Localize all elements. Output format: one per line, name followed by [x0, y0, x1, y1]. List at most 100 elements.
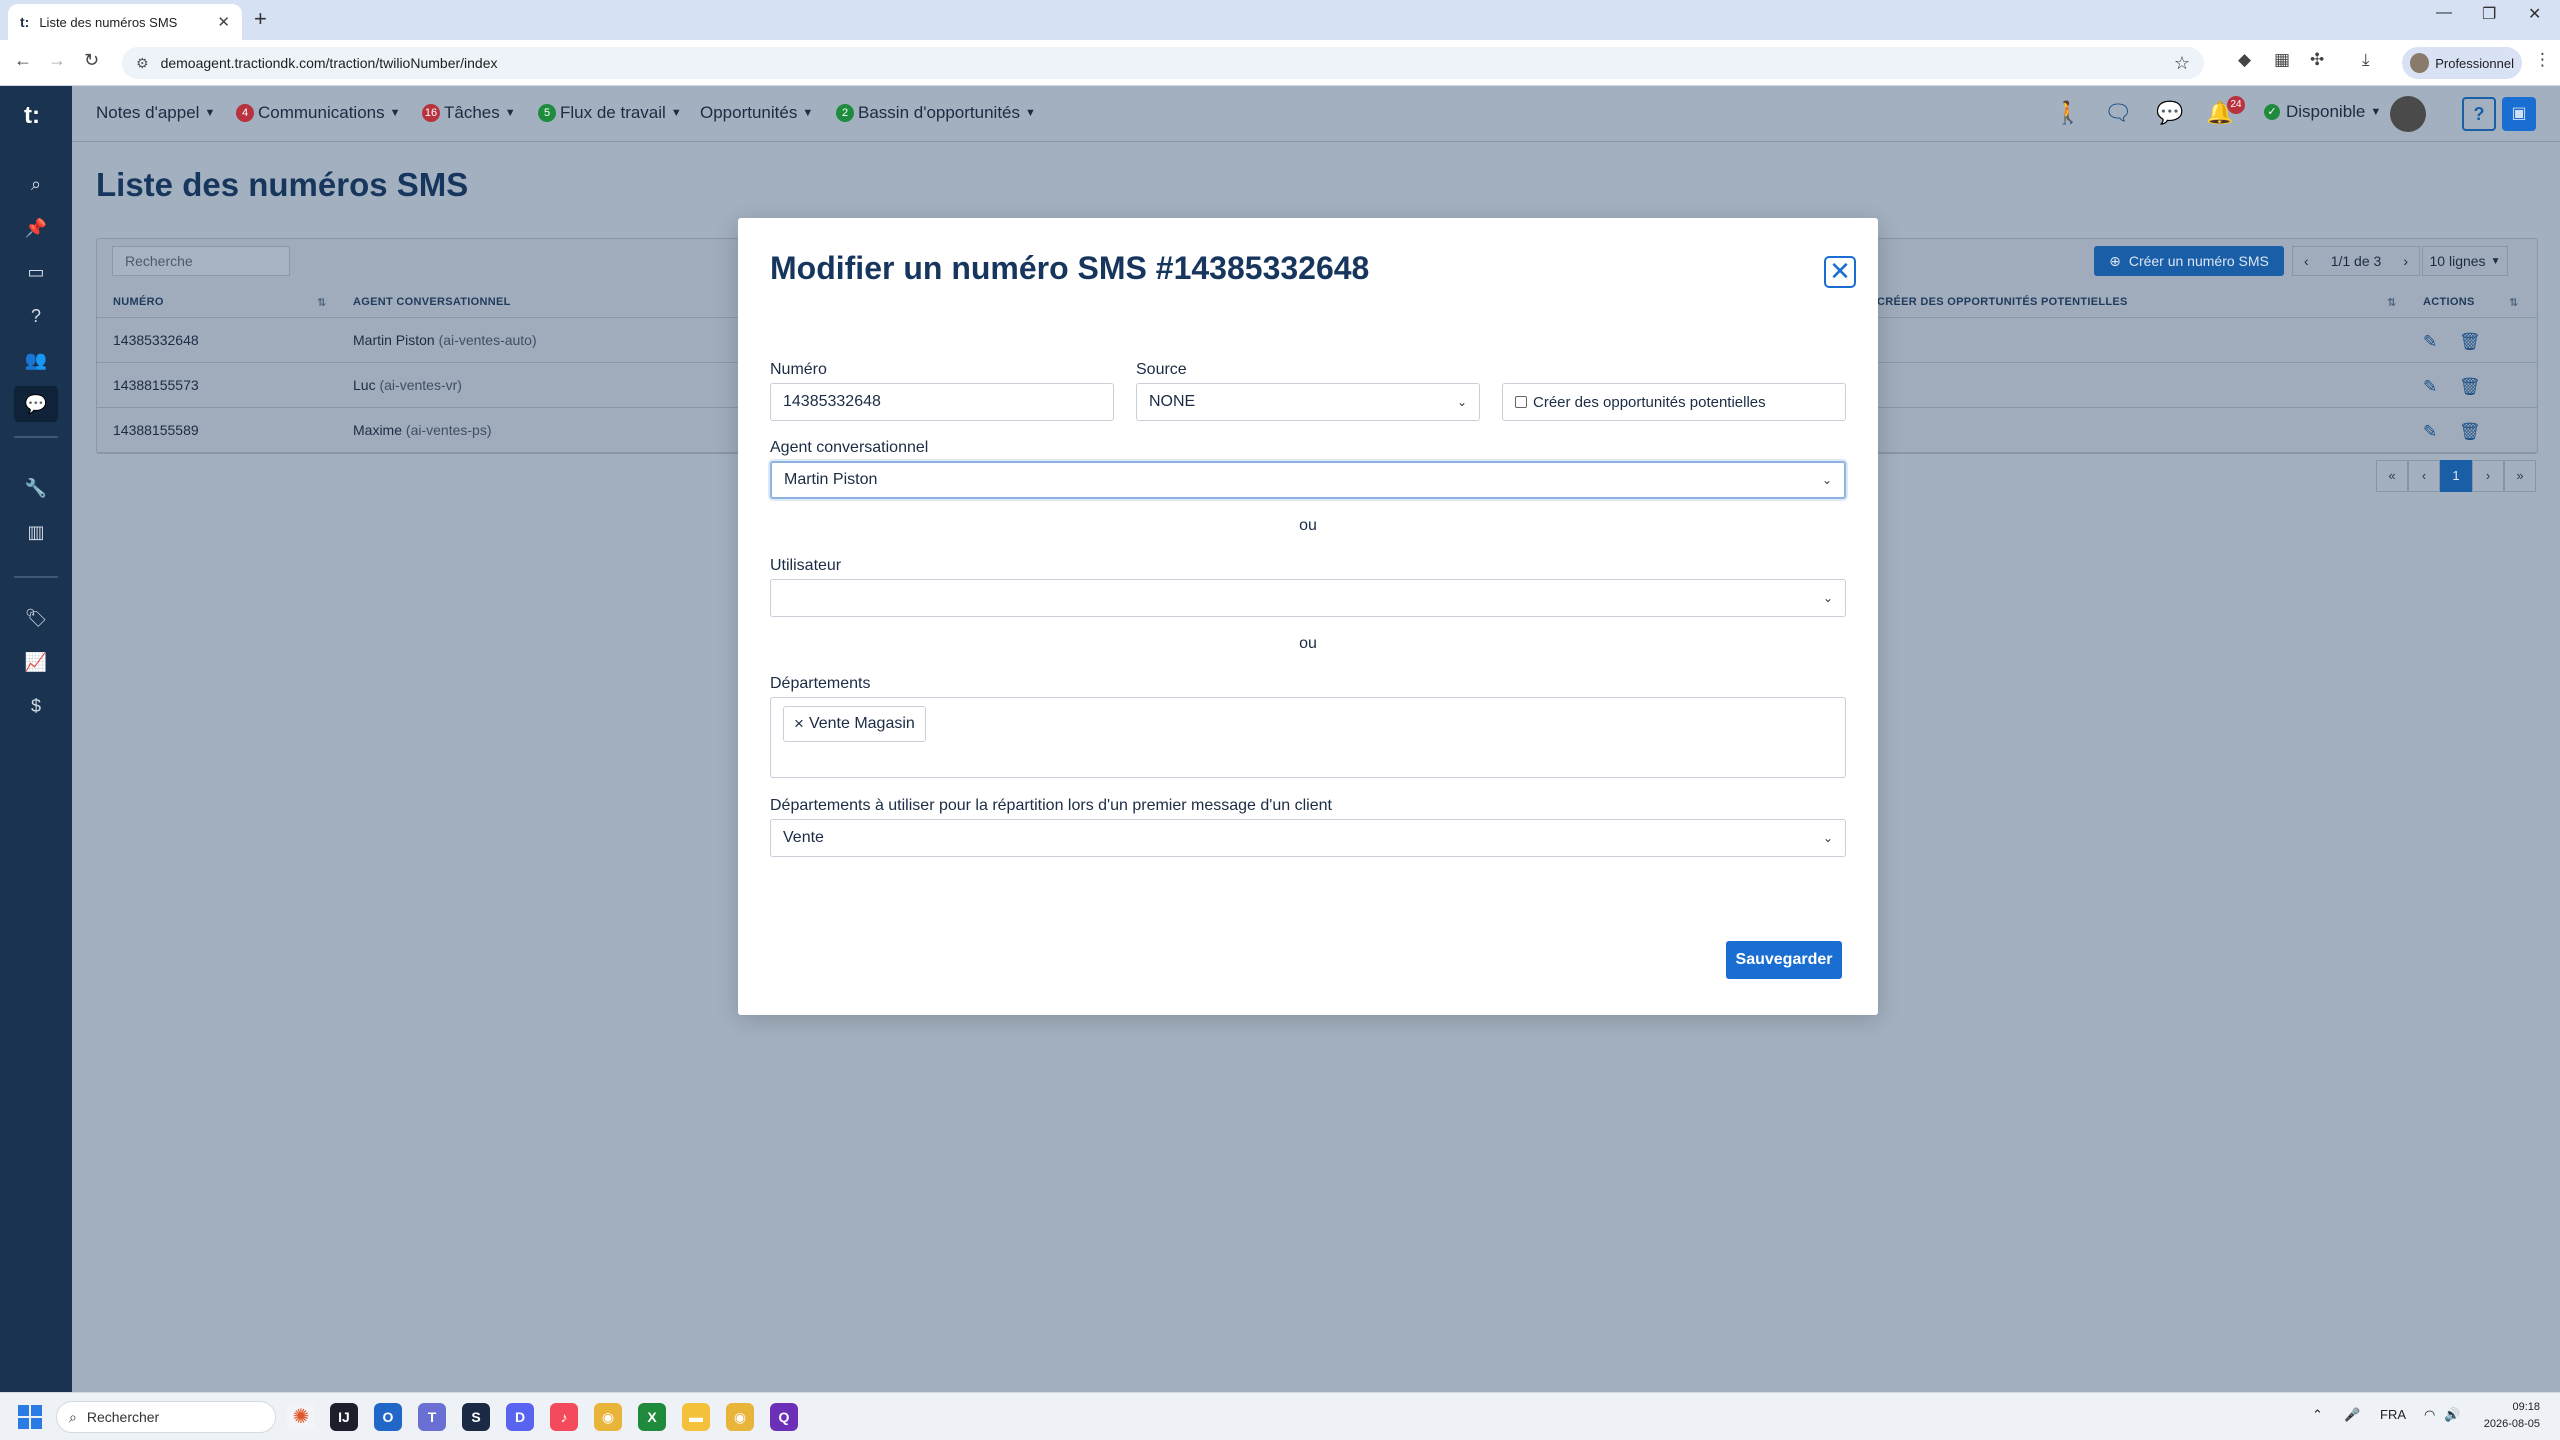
browser-tab[interactable]: t: Liste des numéros SMS ✕	[8, 4, 242, 40]
chrome-active-app-icon[interactable]: ◉	[726, 1403, 754, 1431]
message-icon[interactable]: 💬	[2156, 100, 2183, 126]
site-info-icon[interactable]: ⚙	[136, 55, 149, 72]
discord-app-icon[interactable]: D	[506, 1403, 534, 1431]
app-logo[interactable]: t:	[24, 102, 40, 130]
extension-icon[interactable]: ◆	[2238, 50, 2251, 70]
trash-icon[interactable]: 🗑	[2459, 332, 2481, 352]
close-tab-icon[interactable]: ✕	[217, 13, 230, 31]
taskbar-search[interactable]: ⌕ Rechercher	[56, 1401, 276, 1433]
save-button[interactable]: Sauvegarder	[1726, 941, 1842, 979]
numero-field[interactable]: 14385332648	[770, 383, 1114, 421]
menu-workflows[interactable]: 5 Flux de travail ▼	[538, 103, 682, 123]
routing-departments-select[interactable]: Vente ⌄	[770, 819, 1846, 857]
page-first-button[interactable]: «	[2376, 460, 2408, 492]
column-number[interactable]: NUMÉRO	[113, 296, 164, 308]
search-icon: ⌕	[69, 1408, 77, 1425]
user-select[interactable]: ⌄	[770, 579, 1846, 617]
menu-communications[interactable]: 4 Communications ▼	[236, 103, 401, 123]
teams-app-icon[interactable]: T	[418, 1403, 446, 1431]
new-tab-icon[interactable]: +	[254, 6, 267, 32]
restore-icon[interactable]: ❐	[2482, 4, 2496, 24]
volume-icon[interactable]: 🔊	[2444, 1407, 2460, 1423]
claude-app-icon[interactable]: ✺	[287, 1403, 315, 1431]
chat-panel-button[interactable]: ▣	[2502, 97, 2536, 131]
create-opportunities-checkbox[interactable]	[1515, 396, 1527, 408]
page-current-button[interactable]: 1	[2440, 460, 2472, 492]
address-bar[interactable]: ⚙ demoagent.tractiondk.com/traction/twil…	[122, 47, 2204, 79]
menu-opportunity-pool[interactable]: 2 Bassin d'opportunités ▼	[836, 103, 1036, 123]
bot-chat-icon[interactable]: 🗨	[2104, 100, 2132, 126]
menu-call-notes[interactable]: Notes d'appel ▼	[96, 103, 215, 123]
xbox-app-icon[interactable]: X	[638, 1403, 666, 1431]
chevron-right-icon[interactable]: ›	[2403, 253, 2408, 269]
create-sms-number-button[interactable]: ⊕ Créer un numéro SMS	[2094, 246, 2284, 276]
departments-multiselect[interactable]: × Vente Magasin	[770, 697, 1846, 778]
tray-chevron-icon[interactable]: ⌃	[2312, 1407, 2323, 1423]
menu-tasks[interactable]: 16 Tâches ▼	[422, 103, 516, 123]
dollar-icon[interactable]: $	[24, 694, 48, 718]
walk-icon[interactable]: 🚶	[2054, 100, 2081, 126]
intellij-app-icon[interactable]: IJ	[330, 1403, 358, 1431]
chrome-app-icon[interactable]: ◉	[594, 1403, 622, 1431]
close-window-icon[interactable]: ✕	[2528, 4, 2541, 24]
rows-per-page-select[interactable]: 10 lignes ▼	[2422, 246, 2508, 276]
board-icon[interactable]: ▥	[24, 520, 48, 544]
wifi-icon[interactable]: ◠	[2424, 1407, 2435, 1423]
tag-icon[interactable]: 🏷	[24, 606, 48, 630]
sort-icon[interactable]: ⇅	[317, 296, 327, 309]
reload-icon[interactable]: ↻	[84, 50, 99, 71]
agent-select[interactable]: Martin Piston ⌄	[770, 461, 1846, 499]
puzzle-extensions-icon[interactable]: ✣	[2310, 50, 2324, 70]
file-explorer-icon[interactable]: ▬	[682, 1403, 710, 1431]
taskbar-clock[interactable]: 09:18 2026-08-05	[2474, 1399, 2540, 1433]
sort-icon[interactable]: ⇅	[2509, 296, 2519, 309]
language-indicator[interactable]: FRA	[2380, 1407, 2406, 1422]
profile-button[interactable]: Professionnel	[2402, 47, 2522, 79]
calendar-extension-icon[interactable]: ▦	[2274, 50, 2290, 70]
chevron-left-icon[interactable]: ‹	[2304, 253, 2309, 269]
forward-icon[interactable]: →	[48, 50, 66, 71]
monitor-icon[interactable]: ▭	[24, 260, 48, 284]
chat-icon[interactable]: 💬	[14, 386, 58, 422]
pin-icon[interactable]: 📌	[24, 216, 48, 240]
minimize-icon[interactable]: —	[2436, 4, 2452, 22]
chevron-down-icon: ⌄	[1822, 831, 1833, 845]
sort-icon[interactable]: ⇅	[2387, 296, 2397, 309]
avatar[interactable]	[2390, 96, 2426, 132]
page-last-button[interactable]: »	[2504, 460, 2536, 492]
windows-start-icon[interactable]	[18, 1405, 42, 1429]
page-prev-button[interactable]: ‹	[2408, 460, 2440, 492]
help-circle-icon[interactable]: ?	[24, 304, 48, 328]
download-icon[interactable]: ⤓	[2362, 50, 2370, 70]
search-input[interactable]: Recherche	[112, 246, 290, 276]
users-icon[interactable]: 👥	[24, 348, 48, 372]
help-button[interactable]: ?	[2462, 97, 2496, 131]
menu-opportunities[interactable]: Opportunités ▼	[700, 103, 813, 123]
edit-icon[interactable]: ✎	[2423, 422, 2437, 442]
music-app-icon[interactable]: ♪	[550, 1403, 578, 1431]
outlook-app-icon[interactable]: O	[374, 1403, 402, 1431]
clock-time: 09:18	[2512, 1401, 2540, 1413]
column-create-opportunities[interactable]: CRÉER DES OPPORTUNITÉS POTENTIELLES	[1877, 296, 2128, 308]
bookmark-star-icon[interactable]: ☆	[2174, 53, 2190, 74]
browser-menu-icon[interactable]: ⋮	[2534, 50, 2551, 70]
create-opportunities-checkbox-field[interactable]: Créer des opportunités potentielles	[1502, 383, 1846, 421]
availability-status[interactable]: ✓ Disponible ▼	[2264, 102, 2381, 122]
source-select[interactable]: NONE ⌄	[1136, 383, 1480, 421]
back-icon[interactable]: ←	[14, 50, 32, 71]
edit-icon[interactable]: ✎	[2423, 377, 2437, 397]
remove-tag-icon[interactable]: ×	[794, 714, 804, 734]
close-icon[interactable]: ✕	[1824, 256, 1856, 288]
chevron-down-icon: ▼	[670, 107, 682, 119]
page-next-button[interactable]: ›	[2472, 460, 2504, 492]
edit-icon[interactable]: ✎	[2423, 332, 2437, 352]
trash-icon[interactable]: 🗑	[2459, 377, 2481, 397]
chart-icon[interactable]: 📈	[24, 650, 48, 674]
column-agent[interactable]: AGENT CONVERSATIONNEL	[353, 296, 511, 308]
trash-icon[interactable]: 🗑	[2459, 422, 2481, 442]
steam-app-icon[interactable]: S	[462, 1403, 490, 1431]
microphone-icon[interactable]: 🎤	[2344, 1407, 2360, 1423]
search-icon[interactable]: ⌕	[24, 172, 48, 196]
wrench-icon[interactable]: 🔧	[24, 476, 48, 500]
launcher-app-icon[interactable]: Q	[770, 1403, 798, 1431]
